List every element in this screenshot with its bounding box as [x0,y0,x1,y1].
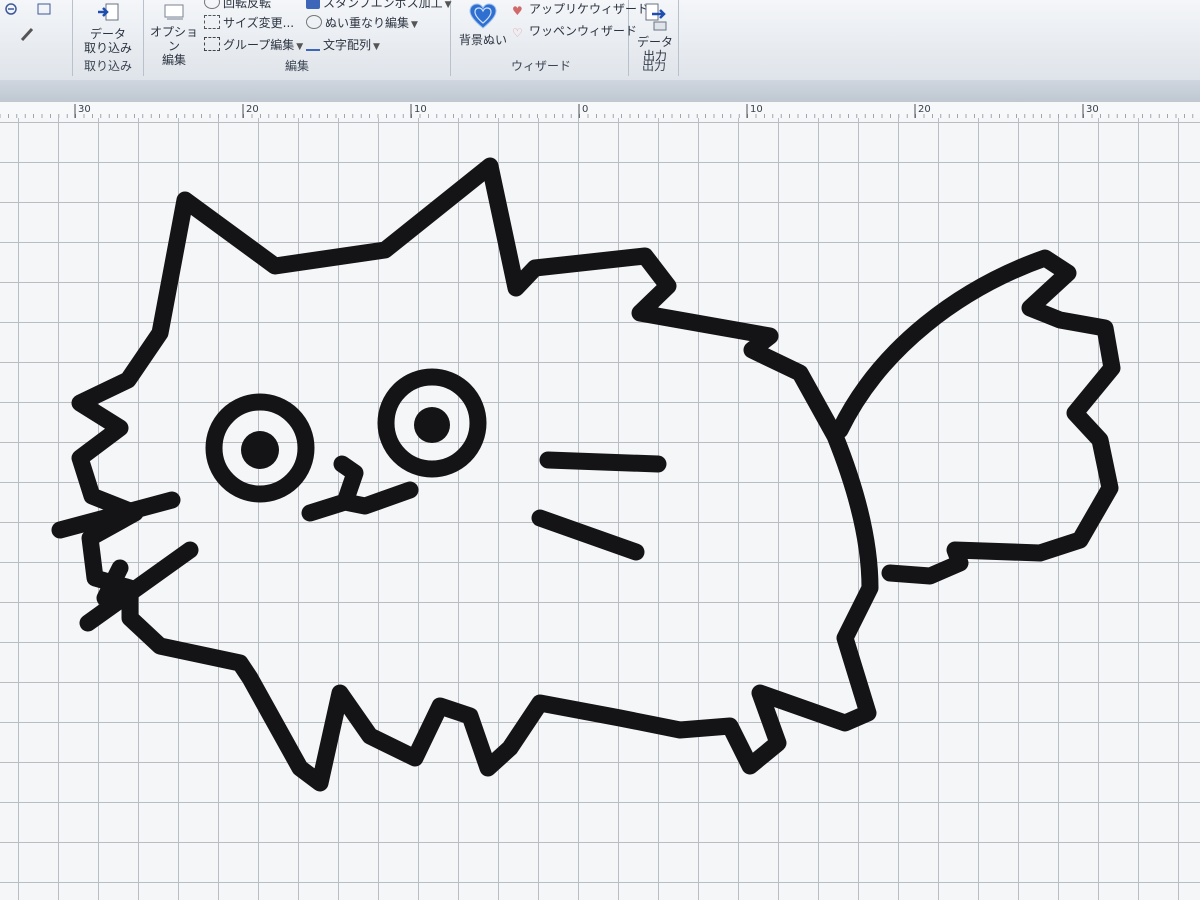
text-layout-icon [306,37,320,51]
wizard-group-label: ウィザード [510,59,571,73]
view-tools-group [0,0,73,76]
ruler-tick-label: 20 [246,104,259,115]
output-group-label: 出力 [641,59,666,73]
data-output-button[interactable]: データ 出力 [634,2,676,63]
pen-icon [20,27,34,42]
ribbon-divider [0,80,1200,102]
overlap-icon [306,15,322,29]
emboss-icon [306,0,320,9]
group-edit-item[interactable]: グループ編集 ▼ [204,36,303,53]
import-icon [98,3,119,21]
rotate-icon [204,0,220,9]
background-stitch-label: 背景ぬい [458,33,507,47]
edit-group: オプション 編集 回転反転 サイズ変更... グループ編集 ▼ スタンプエンボス加… [144,0,452,76]
overlap-stitch-item[interactable]: ぬい重なり編集 ▼ [306,14,418,31]
resize-icon [204,15,220,29]
output-group: データ 出力 出力 [630,0,679,76]
zoom-icons [5,3,51,15]
patch-wizard-item[interactable]: ♡ ワッペンウィザード [512,22,638,40]
applique-heart-icon: ♥ [512,4,523,18]
data-import-label: データ 取り込み [83,27,132,55]
patch-wizard-label: ワッペンウィザード [529,24,638,38]
patch-heart-icon: ♡ [512,26,523,40]
import-group: データ 取り込み 取り込み [73,0,144,76]
import-group-label: 取り込み [83,59,132,73]
heart-icon [469,3,497,29]
cat-mouth [301,455,419,522]
ribbon-toolbar: データ 取り込み 取り込み オプション 編集 回転反転 サイズ変更... グルー… [0,0,1200,81]
cat-embroidery-design[interactable] [0,118,1200,900]
stamp-emboss-label: スタンプエンボス加工 [323,0,443,10]
pen-tool-button[interactable] [4,26,44,45]
right-eye-pupil [414,407,450,443]
ruler-tick-label: 0 [582,104,588,115]
whisker-right-bottom [531,509,645,561]
stamp-emboss-item[interactable]: スタンプエンボス加工 ▼ [306,0,452,11]
ruler-tick-label: 10 [414,104,427,115]
zoom-out-button[interactable] [4,2,60,19]
design-canvas[interactable] [0,118,1200,900]
group-edit-icon [204,37,220,51]
option-edit-icon [164,4,184,20]
text-layout-item[interactable]: 文字配列 ▼ [306,36,380,53]
whisker-right-top [539,451,667,473]
overlap-stitch-label: ぬい重なり編集 [325,16,410,30]
cat-body-outline [71,157,879,792]
cat-tail-fin [831,249,1121,585]
group-edit-label: グループ編集 [223,38,295,52]
resize-item[interactable]: サイズ変更... [204,14,294,31]
rotate-flip-item[interactable]: 回転反転 [204,0,271,11]
ruler-tick-label: 20 [918,104,931,115]
ruler-tick-label: 30 [1086,104,1099,115]
wizard-group: 背景ぬい ♥ アップリケウィザード ♡ ワッペンウィザード ウィザード [454,0,649,76]
ruler-tick-label: 30 [78,104,91,115]
horizontal-ruler: 30 20 10 0 10 20 30 [0,102,1200,119]
output-icon [645,3,667,31]
ruler-tick-label: 10 [750,104,763,115]
applique-wizard-item[interactable]: ♥ アップリケウィザード [512,0,649,18]
resize-label: サイズ変更... [223,16,295,30]
background-stitch-button[interactable]: 背景ぬい [456,2,510,47]
ruler-scale: 30 20 10 0 10 20 30 [0,104,1194,118]
left-eye-pupil [241,431,279,469]
rotate-label: 回転反転 [223,0,272,10]
text-layout-label: 文字配列 [323,38,372,52]
data-import-button[interactable]: データ 取り込み [79,2,137,55]
edit-group-label: 編集 [284,59,309,73]
